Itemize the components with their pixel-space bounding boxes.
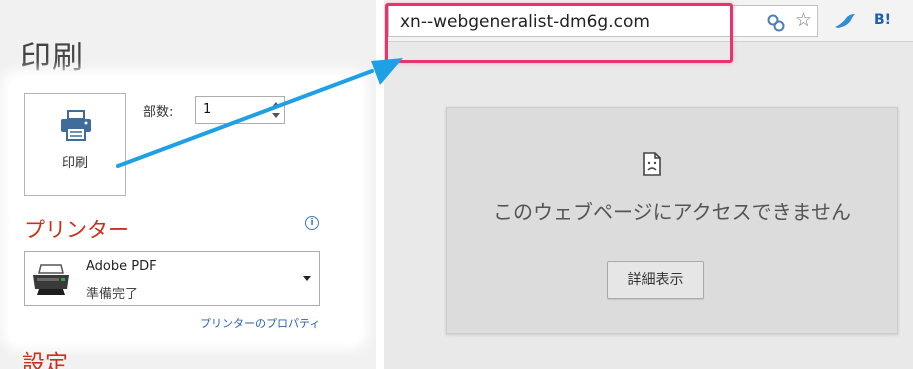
translate-icon[interactable]: [767, 14, 785, 32]
settings-heading: 設定: [22, 351, 68, 369]
bird-extension-icon[interactable]: [834, 13, 856, 29]
printer-icon: [61, 110, 91, 141]
copies-value: 1: [203, 102, 212, 117]
error-message: このウェブページにアクセスできません: [493, 200, 851, 224]
copies-spin-buttons[interactable]: [270, 99, 282, 121]
printer-status: 準備完了: [86, 287, 139, 302]
address-bar[interactable]: xn--webgeneralist-dm6g.com: [388, 5, 818, 37]
printer-device-icon: [33, 264, 69, 295]
bookmark-star-icon[interactable]: ☆: [795, 10, 812, 30]
details-button[interactable]: 詳細表示: [607, 261, 704, 299]
print-button-label: 印刷: [61, 156, 88, 171]
screenshot-stage: 印刷 印刷 部数: 1 プリンター i Adobe PDF 準備完了 プリンター…: [0, 0, 913, 369]
page-content: このウェブページにアクセスできません 詳細表示: [384, 43, 913, 369]
browser-window: xn--webgeneralist-dm6g.com ☆ B! このウェブページ…: [384, 0, 913, 369]
url-text[interactable]: xn--webgeneralist-dm6g.com: [400, 12, 650, 32]
panel-divider: [376, 0, 384, 369]
print-panel-title: 印刷: [20, 40, 84, 76]
printer-select[interactable]: Adobe PDF 準備完了: [24, 251, 320, 306]
error-card: このウェブページにアクセスできません 詳細表示: [446, 107, 898, 334]
print-settings-panel: 印刷 印刷 部数: 1 プリンター i Adobe PDF 準備完了 プリンター…: [0, 0, 376, 369]
copies-stepper[interactable]: 1: [195, 96, 285, 124]
copies-label: 部数:: [143, 105, 174, 120]
spin-down-icon[interactable]: [272, 113, 280, 118]
spin-up-icon[interactable]: [272, 102, 280, 107]
chevron-down-icon[interactable]: [303, 276, 311, 281]
hatena-bookmark-icon[interactable]: B!: [874, 12, 891, 28]
print-button[interactable]: 印刷: [24, 93, 126, 196]
printer-name: Adobe PDF: [86, 259, 157, 274]
info-icon[interactable]: i: [305, 216, 319, 230]
printer-properties-link[interactable]: プリンターのプロパティ: [200, 315, 320, 331]
browser-toolbar: xn--webgeneralist-dm6g.com ☆ B!: [384, 0, 913, 42]
printer-heading: プリンター: [24, 218, 129, 242]
sad-page-icon: [643, 152, 661, 176]
